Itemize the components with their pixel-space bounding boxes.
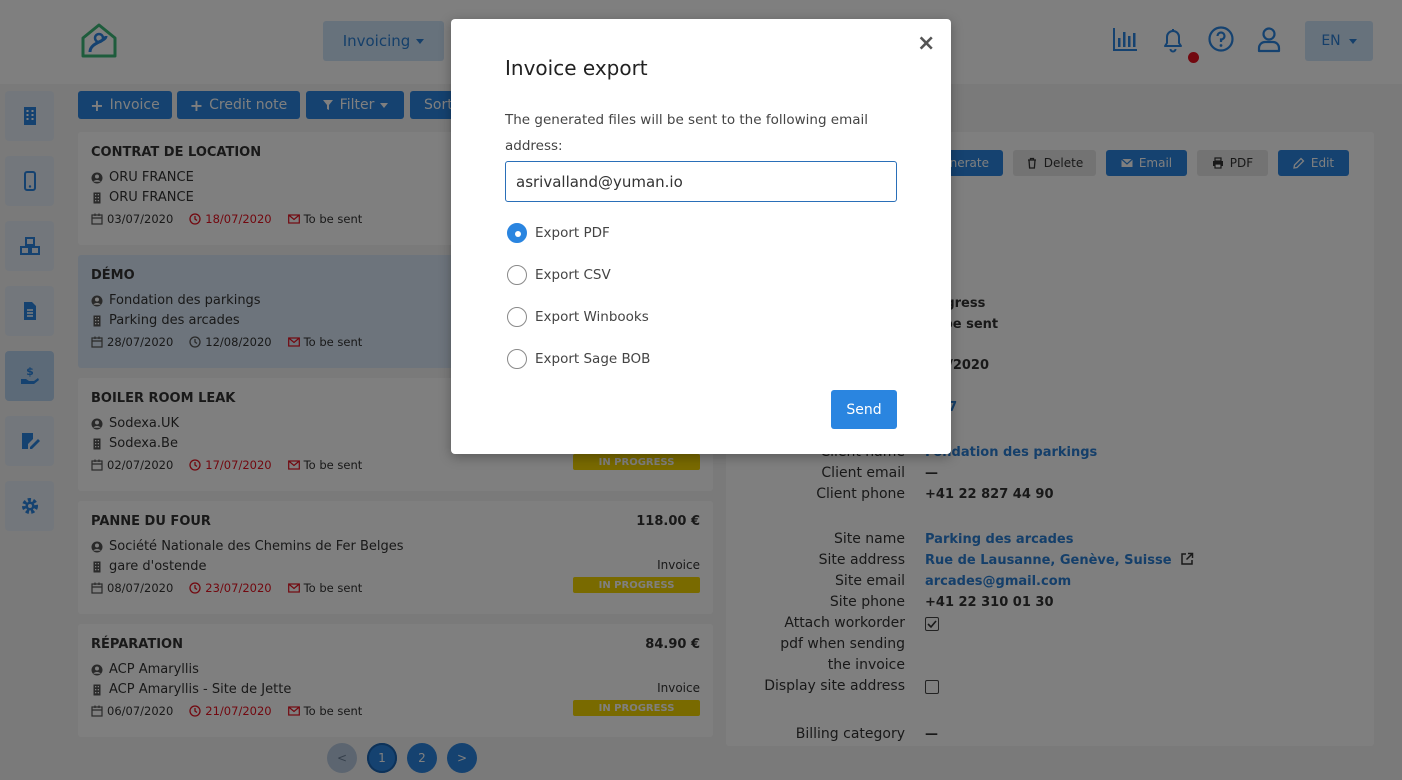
export-email-input[interactable] [505, 161, 897, 202]
export-option-pdf-label: Export PDF [535, 225, 610, 241]
radio-csv[interactable] [507, 265, 527, 285]
export-option-sage-bob[interactable]: Export Sage BOB [507, 349, 650, 369]
modal-description: The generated files will be sent to the … [505, 112, 869, 154]
export-option-csv-label: Export CSV [535, 267, 611, 283]
modal-title: Invoice export [505, 56, 648, 80]
export-option-winbooks-label: Export Winbooks [535, 309, 649, 325]
export-option-sage-bob-label: Export Sage BOB [535, 351, 651, 367]
export-option-pdf[interactable]: Export PDF [507, 223, 610, 243]
export-option-csv[interactable]: Export CSV [507, 265, 611, 285]
radio-winbooks[interactable] [507, 307, 527, 327]
radio-pdf[interactable] [507, 223, 527, 243]
send-button[interactable]: Send [831, 390, 897, 429]
export-option-winbooks[interactable]: Export Winbooks [507, 307, 649, 327]
radio-sage-bob[interactable] [507, 349, 527, 369]
invoice-export-modal: Invoice export × The generated files wil… [451, 19, 951, 454]
close-icon[interactable]: × [917, 33, 935, 55]
